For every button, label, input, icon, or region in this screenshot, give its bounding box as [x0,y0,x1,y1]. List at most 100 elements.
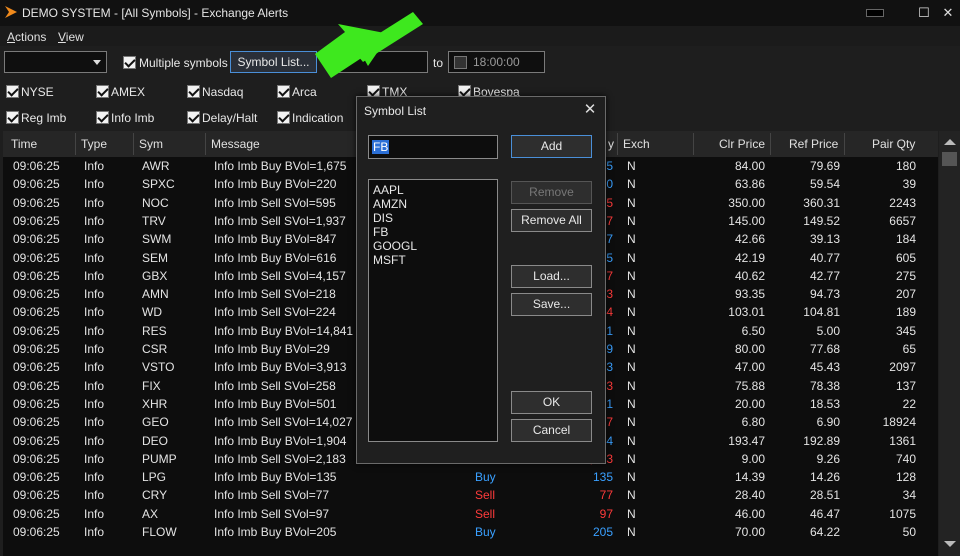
cancel-button[interactable]: Cancel [511,419,592,442]
cell-type: Info [84,506,105,521]
symbol-dropdown[interactable] [4,51,107,73]
minimize-button[interactable] [863,3,885,23]
to-time-field[interactable]: 18:00:00 [448,51,545,73]
menu-actions[interactable]: Actions [7,30,46,44]
cell-ref: 46.47 [809,506,840,521]
col-ref-price[interactable]: Ref Price [789,137,838,151]
filter-arca-checkbox[interactable] [277,85,290,98]
cell-time: 09:06:25 [13,287,60,302]
col-exch[interactable]: Exch [623,137,650,151]
cell-type: Info [84,305,105,320]
filter-amex-label: AMEX [111,85,146,99]
cell-time: 09:06:25 [13,470,60,485]
symbol-listbox[interactable]: AAPL AMZN DIS FB GOOGL MSFT [368,179,498,442]
col-sym[interactable]: Sym [139,137,163,151]
add-button[interactable]: Add [511,135,592,158]
maximize-button[interactable]: ☐ [913,3,935,23]
list-item[interactable]: FB [373,225,388,239]
scroll-down-button[interactable] [942,538,957,550]
to-time-checkbox[interactable] [454,56,467,69]
multiple-symbols-checkbox[interactable] [123,56,136,69]
cell-type: Info [84,470,105,485]
cell-type: Info [84,159,105,173]
cell-type: Info [84,195,105,210]
cell-ref: 9.26 [816,451,840,466]
symbol-input-value: FB [372,140,390,154]
close-window-button[interactable]: ✕ [937,3,959,23]
filter-reg-imb-checkbox[interactable] [6,111,19,124]
cell-sym: AWR [142,159,170,173]
app-logo-icon [5,6,17,18]
cell-vol: 77 [599,488,613,503]
cell-pair: 207 [895,287,916,302]
cell-exch: N [627,342,636,356]
cell-type: Info [84,232,105,247]
col-side-vol[interactable]: y [608,137,614,151]
cell-ref: 6.90 [816,415,840,430]
filter-info-imb-checkbox[interactable] [96,111,109,124]
remove-button[interactable]: Remove [511,181,592,204]
list-item[interactable]: AAPL [373,183,404,197]
cell-exch: N [627,433,636,448]
cell-sym: WD [142,305,162,320]
cell-type: Info [84,378,105,393]
table-row[interactable]: 09:06:25 Info LPG Info Imb Buy BVol=135 Buy 1… [3,468,938,486]
cell-exch: N [627,506,636,521]
cell-exch: N [627,360,636,375]
green-arrow-icon [315,12,423,78]
menu-view[interactable]: View [58,30,84,44]
cell-type: Info [84,268,105,283]
filter-nyse-checkbox[interactable] [6,85,19,98]
cell-ref: 77.68 [809,342,840,356]
col-clr-price[interactable]: Clr Price [719,137,765,151]
cell-pair: 34 [902,488,916,503]
table-row[interactable]: 09:06:25 Info FLOW Info Imb Buy BVol=205 Buy… [3,523,938,541]
cell-sym: XHR [142,396,168,411]
dialog-close-button[interactable]: ✕ [580,100,600,120]
cell-exch: N [627,250,636,265]
save-button[interactable]: Save... [511,293,592,316]
remove-all-button[interactable]: Remove All [511,209,592,232]
filter-indication-checkbox[interactable] [277,111,290,124]
table-row[interactable]: 09:06:25 Info CRY Info Imb Sell SVol=77 Sell… [3,486,938,504]
cell-sym: CRY [142,488,168,503]
symbol-list-button[interactable]: Symbol List... [230,51,317,73]
cell-sym: PUMP [142,451,177,466]
cell-pair: 180 [895,159,916,173]
cell-type: Info [84,342,105,356]
cell-vol: 205 [592,525,613,539]
cell-ref: 45.43 [809,360,840,375]
cell-time: 09:06:25 [13,195,60,210]
ok-button[interactable]: OK [511,391,592,414]
to-time-value: 18:00:00 [473,55,520,69]
list-item[interactable]: DIS [373,211,393,225]
list-item[interactable]: GOOGL [373,239,417,253]
load-button[interactable]: Load... [511,265,592,288]
symbol-input[interactable]: FB [368,135,498,159]
filter-delay-halt-checkbox[interactable] [187,111,200,124]
cell-pair: 740 [895,451,916,466]
scroll-thumb[interactable] [942,152,957,166]
window-title: DEMO SYSTEM - [All Symbols] - Exchange A… [22,6,289,20]
cell-clr: 9.00 [741,451,765,466]
scroll-up-button[interactable] [942,136,957,148]
cell-exch: N [627,470,636,485]
list-item[interactable]: AMZN [373,197,407,211]
cell-clr: 80.00 [734,342,765,356]
cell-sym: CSR [142,342,168,356]
cell-pair: 605 [895,250,916,265]
col-type[interactable]: Type [81,137,107,151]
col-pair-qty[interactable]: Pair Qty [872,137,915,151]
cell-clr: 193.47 [728,433,765,448]
filter-nasdaq-checkbox[interactable] [187,85,200,98]
vertical-scrollbar[interactable] [939,131,960,556]
filter-amex-checkbox[interactable] [96,85,109,98]
cell-exch: N [627,268,636,283]
col-message[interactable]: Message [211,137,260,151]
table-row[interactable]: 09:06:25 Info AX Info Imb Sell SVol=97 Sell 9… [3,505,938,523]
col-time[interactable]: Time [11,137,37,151]
close-icon: ✕ [583,101,597,118]
list-item[interactable]: MSFT [373,253,406,267]
cell-type: Info [84,396,105,411]
cell-type: Info [84,433,105,448]
